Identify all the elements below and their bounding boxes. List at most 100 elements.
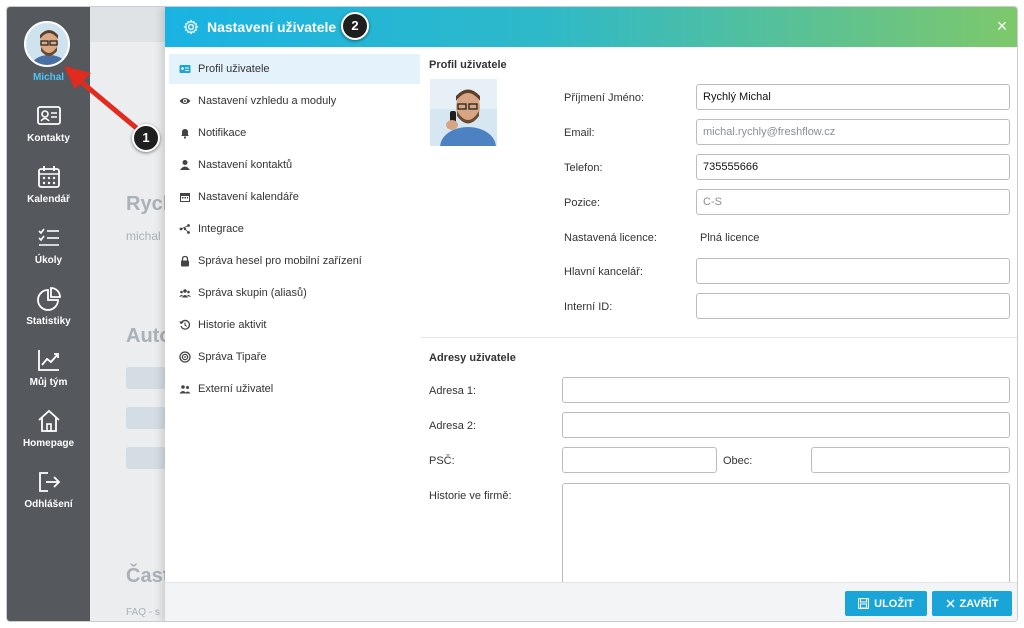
annotation-badge-1: 1 [132,124,160,152]
sidebar-item-label: Kalendář [27,194,70,205]
phone-field[interactable] [696,154,1010,180]
main-office-label: Hlavní kancelář: [564,266,643,278]
menu-item-label: Externí uživatel [198,383,274,395]
menu-item-label: Správa Tipaře [198,351,267,363]
contacts-icon [36,106,61,125]
menu-item-contact-settings[interactable]: Nastavení kontaktů [169,150,420,180]
zip-label: PSČ: [429,455,455,467]
user-name-label[interactable]: Michal [7,72,90,83]
menu-item-label: Integrace [198,223,244,235]
target-icon [179,351,191,363]
sidebar-item-label: Homepage [22,438,75,449]
user-icon [180,160,190,170]
team-chart-icon [37,350,59,371]
menu-item-integration[interactable]: Integrace [169,214,420,244]
background-subtext: michal [126,229,161,243]
position-label: Pozice: [564,197,601,209]
save-button-label: ULOŽIT [874,597,914,610]
floppy-icon [858,598,870,609]
menu-item-label: Nastavení kontaktů [198,159,293,171]
eye-icon [179,98,191,104]
name-field[interactable] [696,84,1010,110]
main-office-field[interactable] [696,258,1010,284]
background-bar [126,407,166,429]
sidebar-item-calendar[interactable]: Kalendář [7,164,90,205]
sidebar: Michal Kontakty Kalendář Úkoly Statistik… [7,7,90,621]
menu-item-label: Notifikace [198,127,247,139]
users-icon [179,289,191,298]
calendar-icon [180,193,190,202]
external-users-icon [179,385,191,394]
statistics-icon [36,287,61,311]
lock-icon [181,255,189,267]
close-icon[interactable]: × [993,17,1011,35]
addresses-section-title: Adresy uživatele [429,352,516,364]
sidebar-item-label: Úkoly [34,255,63,266]
menu-item-tipster[interactable]: Správa Tipaře [169,342,420,372]
close-button[interactable]: ZAVŘÍT [932,591,1012,616]
company-history-label: Historie ve firmě: [429,490,512,502]
avatar[interactable] [24,21,70,67]
name-label: Příjmení Jméno: [564,92,645,104]
menu-item-label: Profil uživatele [198,63,270,75]
save-button[interactable]: ULOŽIT [845,591,927,616]
email-field[interactable] [696,119,1010,145]
menu-item-calendar-settings[interactable]: Nastavení kalendáře [169,182,420,212]
gear-icon [183,19,199,35]
menu-item-label: Nastavení vzhledu a moduly [198,95,337,107]
calendar-icon [37,166,60,188]
sidebar-item-tasks[interactable]: Úkoly [7,225,90,266]
address1-label: Adresa 1: [429,385,477,397]
profile-section-title: Profil uživatele [429,59,507,71]
menu-item-notifications[interactable]: Notifikace [169,118,420,148]
annotation-badge-2: 2 [341,12,369,40]
address1-field[interactable] [562,377,1010,403]
menu-item-activity-history[interactable]: Historie aktivit [169,310,420,340]
profile-photo[interactable] [430,79,497,146]
home-icon [37,409,60,432]
background-section-2: Čast [126,565,170,587]
menu-item-profile[interactable]: Profil uživatele [169,54,420,84]
history-icon [179,319,191,330]
address2-label: Adresa 2: [429,420,477,432]
position-field[interactable] [696,189,1010,215]
modal-title: Nastavení uživatele [207,19,337,35]
sidebar-item-label: Kontakty [27,133,70,144]
address2-field[interactable] [562,412,1010,438]
sidebar-item-logout[interactable]: Odhlášení [7,469,90,510]
menu-item-label: Správa skupin (aliasů) [198,287,307,299]
id-card-icon [179,65,191,73]
modal-header: Nastavení uživatele × [165,7,1017,47]
menu-item-label: Správa hesel pro mobilní zařízení [198,255,362,267]
menu-item-label: Historie aktivit [198,319,267,331]
sidebar-item-label: Odhlášení [24,499,73,510]
city-field[interactable] [811,447,1010,473]
internal-id-field[interactable] [696,293,1010,319]
sidebar-item-label: Statistiky [26,316,71,327]
user-settings-modal: Nastavení uživatele × Profil uživatele N… [165,7,1017,621]
menu-item-appearance[interactable]: Nastavení vzhledu a moduly [169,86,420,116]
bell-icon [181,129,189,139]
phone-label: Telefon: [564,162,603,174]
license-value: Plná licence [700,232,760,244]
sidebar-item-homepage[interactable]: Homepage [7,408,90,449]
sidebar-item-my-team[interactable]: Můj tým [7,347,90,388]
sidebar-item-label: Můj tým [29,377,68,388]
background-bar [126,367,166,389]
city-label: Obec: [723,455,753,467]
tasks-icon [37,228,59,246]
menu-item-mobile-passwords[interactable]: Správa hesel pro mobilní zařízení [169,246,420,276]
email-label: Email: [564,127,595,139]
menu-item-label: Nastavení kalendáře [198,191,299,203]
sidebar-item-statistics[interactable]: Statistiky [7,286,90,327]
sidebar-item-contacts[interactable]: Kontakty [7,103,90,144]
company-history-field[interactable] [562,483,1010,587]
close-button-label: ZAVŘÍT [959,597,999,610]
menu-item-external-user[interactable]: Externí uživatel [169,374,420,404]
app-window: Rych michal Auto Čast FAQ - s Michal Kon… [6,6,1018,622]
zip-field[interactable] [562,447,717,473]
license-label: Nastavená licence: [564,232,657,244]
integration-icon [179,224,190,234]
menu-item-groups[interactable]: Správa skupin (aliasů) [169,278,420,308]
section-divider [421,337,1017,338]
